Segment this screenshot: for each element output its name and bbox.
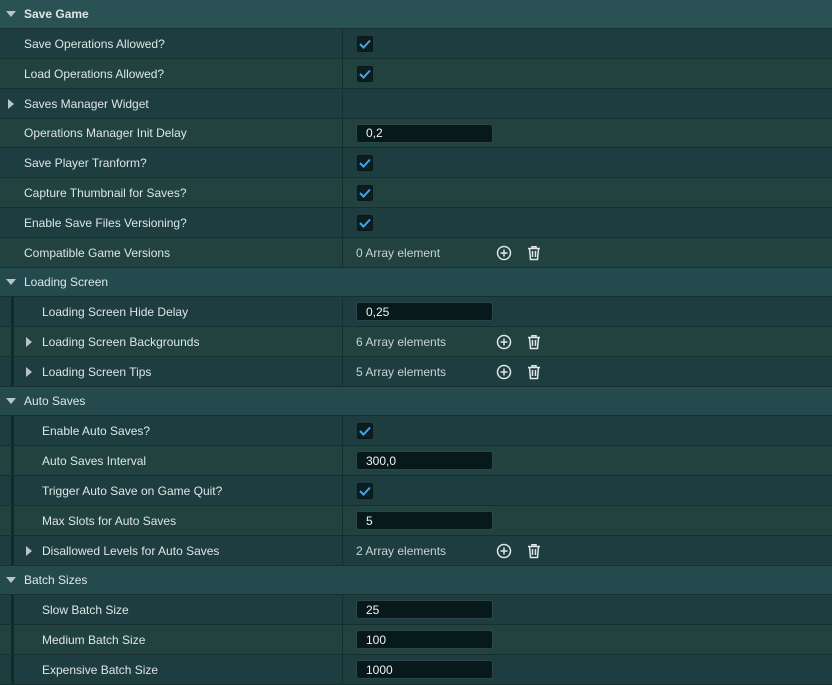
enable-versioning-checkbox[interactable] — [357, 214, 373, 231]
checkmark-icon — [359, 158, 371, 168]
array-count: 5 Array elements — [356, 364, 447, 379]
property-label: Max Slots for Auto Saves — [42, 513, 177, 528]
indent-bar — [11, 595, 14, 624]
property-row-slow-batch: Slow Batch Size 25 — [0, 595, 832, 625]
array-count: 6 Array elements — [356, 334, 447, 349]
loading-hide-delay-input[interactable]: 0,25 — [356, 302, 493, 321]
trash-icon[interactable] — [524, 541, 544, 561]
save-operations-checkbox[interactable] — [357, 35, 373, 52]
property-label: Loading Screen Hide Delay — [42, 304, 189, 319]
details-panel: Save Game Save Operations Allowed? Load … — [0, 0, 832, 685]
checkmark-icon — [359, 218, 371, 228]
category-title: Loading Screen — [24, 275, 109, 289]
capture-thumbnail-checkbox[interactable] — [357, 184, 373, 201]
property-label: Slow Batch Size — [42, 602, 129, 617]
expand-arrow-icon[interactable] — [26, 336, 32, 347]
property-label: Medium Batch Size — [42, 632, 146, 647]
property-label: Expensive Batch Size — [42, 662, 159, 677]
property-label: Saves Manager Widget — [24, 96, 149, 111]
collapse-arrow-icon[interactable] — [6, 577, 16, 583]
property-row-compatible-versions: Compatible Game Versions 0 Array element — [0, 238, 832, 268]
expand-arrow-icon[interactable] — [8, 98, 14, 109]
category-loading-screen[interactable]: Loading Screen — [0, 268, 832, 297]
property-label: Loading Screen Tips — [42, 364, 152, 379]
expand-arrow-icon[interactable] — [26, 545, 32, 556]
property-row-loading-hide-delay: Loading Screen Hide Delay 0,25 — [0, 297, 832, 327]
category-save-game[interactable]: Save Game — [0, 0, 832, 29]
indent-bar — [11, 357, 14, 386]
add-element-icon[interactable] — [494, 243, 514, 263]
collapse-arrow-icon[interactable] — [6, 279, 16, 285]
add-element-icon[interactable] — [494, 541, 514, 561]
slow-batch-input[interactable]: 25 — [356, 600, 493, 619]
add-element-icon[interactable] — [494, 362, 514, 382]
property-row-capture-thumbnail: Capture Thumbnail for Saves? — [0, 178, 832, 208]
auto-saves-interval-input[interactable]: 300,0 — [356, 451, 493, 470]
property-row-save-player-transform: Save Player Tranform? — [0, 148, 832, 178]
collapse-arrow-icon[interactable] — [6, 11, 16, 17]
property-row-enable-auto-saves: Enable Auto Saves? — [0, 416, 832, 446]
property-row-loading-tips[interactable]: Loading Screen Tips 5 Array elements — [0, 357, 832, 387]
checkmark-icon — [359, 188, 371, 198]
property-label: Disallowed Levels for Auto Saves — [42, 543, 220, 558]
property-row-auto-saves-interval: Auto Saves Interval 300,0 — [0, 446, 832, 476]
indent-bar — [11, 625, 14, 654]
property-row-expensive-batch: Expensive Batch Size 1000 — [0, 655, 832, 685]
indent-bar — [11, 506, 14, 535]
property-label: Auto Saves Interval — [42, 453, 147, 468]
expand-arrow-icon[interactable] — [26, 366, 32, 377]
category-title: Batch Sizes — [24, 573, 88, 587]
property-label: Capture Thumbnail for Saves? — [24, 185, 187, 200]
property-row-trigger-on-quit: Trigger Auto Save on Game Quit? — [0, 476, 832, 506]
property-label: Enable Save Files Versioning? — [24, 215, 187, 230]
checkmark-icon — [359, 69, 371, 79]
indent-bar — [11, 297, 14, 326]
trash-icon[interactable] — [524, 332, 544, 352]
trigger-on-quit-checkbox[interactable] — [357, 482, 373, 499]
indent-bar — [11, 536, 14, 565]
property-label: Trigger Auto Save on Game Quit? — [42, 483, 223, 498]
property-label: Operations Manager Init Delay — [24, 126, 187, 140]
max-slots-input[interactable]: 5 — [356, 511, 493, 530]
indent-bar — [11, 446, 14, 475]
property-label: Compatible Game Versions — [24, 245, 171, 260]
property-label: Load Operations Allowed? — [24, 66, 165, 81]
property-row-disallowed-levels[interactable]: Disallowed Levels for Auto Saves 2 Array… — [0, 536, 832, 566]
checkmark-icon — [359, 486, 371, 496]
medium-batch-input[interactable]: 100 — [356, 630, 493, 649]
property-label: Enable Auto Saves? — [42, 423, 151, 438]
property-row-max-slots: Max Slots for Auto Saves 5 — [0, 506, 832, 536]
property-row-saves-manager-widget[interactable]: Saves Manager Widget — [0, 89, 832, 119]
add-element-icon[interactable] — [494, 332, 514, 352]
property-row-load-operations: Load Operations Allowed? — [0, 59, 832, 89]
property-row-save-operations: Save Operations Allowed? — [0, 29, 832, 59]
property-label: Save Operations Allowed? — [24, 36, 165, 51]
expensive-batch-input[interactable]: 1000 — [356, 660, 493, 679]
property-label: Loading Screen Backgrounds — [42, 334, 200, 349]
category-batch-sizes[interactable]: Batch Sizes — [0, 566, 832, 595]
category-auto-saves[interactable]: Auto Saves — [0, 387, 832, 416]
category-title: Auto Saves — [24, 394, 86, 408]
checkmark-icon — [359, 426, 371, 436]
property-row-loading-backgrounds[interactable]: Loading Screen Backgrounds 6 Array eleme… — [0, 327, 832, 357]
enable-auto-saves-checkbox[interactable] — [357, 422, 373, 439]
property-row-enable-versioning: Enable Save Files Versioning? — [0, 208, 832, 238]
indent-bar — [11, 655, 14, 684]
category-title: Save Game — [24, 7, 89, 21]
indent-bar — [11, 476, 14, 505]
indent-bar — [11, 416, 14, 445]
load-operations-checkbox[interactable] — [357, 65, 373, 82]
array-count: 2 Array elements — [356, 543, 447, 558]
collapse-arrow-icon[interactable] — [6, 398, 16, 404]
property-label: Save Player Tranform? — [24, 155, 147, 170]
save-player-transform-checkbox[interactable] — [357, 154, 373, 171]
array-count: 0 Array element — [356, 245, 441, 260]
ops-init-delay-input[interactable]: 0,2 — [356, 123, 493, 143]
property-row-medium-batch: Medium Batch Size 100 — [0, 625, 832, 655]
checkmark-icon — [359, 39, 371, 49]
indent-bar — [11, 327, 14, 356]
trash-icon[interactable] — [524, 362, 544, 382]
property-row-ops-init-delay: Operations Manager Init Delay 0,2 — [0, 119, 832, 148]
trash-icon[interactable] — [524, 243, 544, 263]
